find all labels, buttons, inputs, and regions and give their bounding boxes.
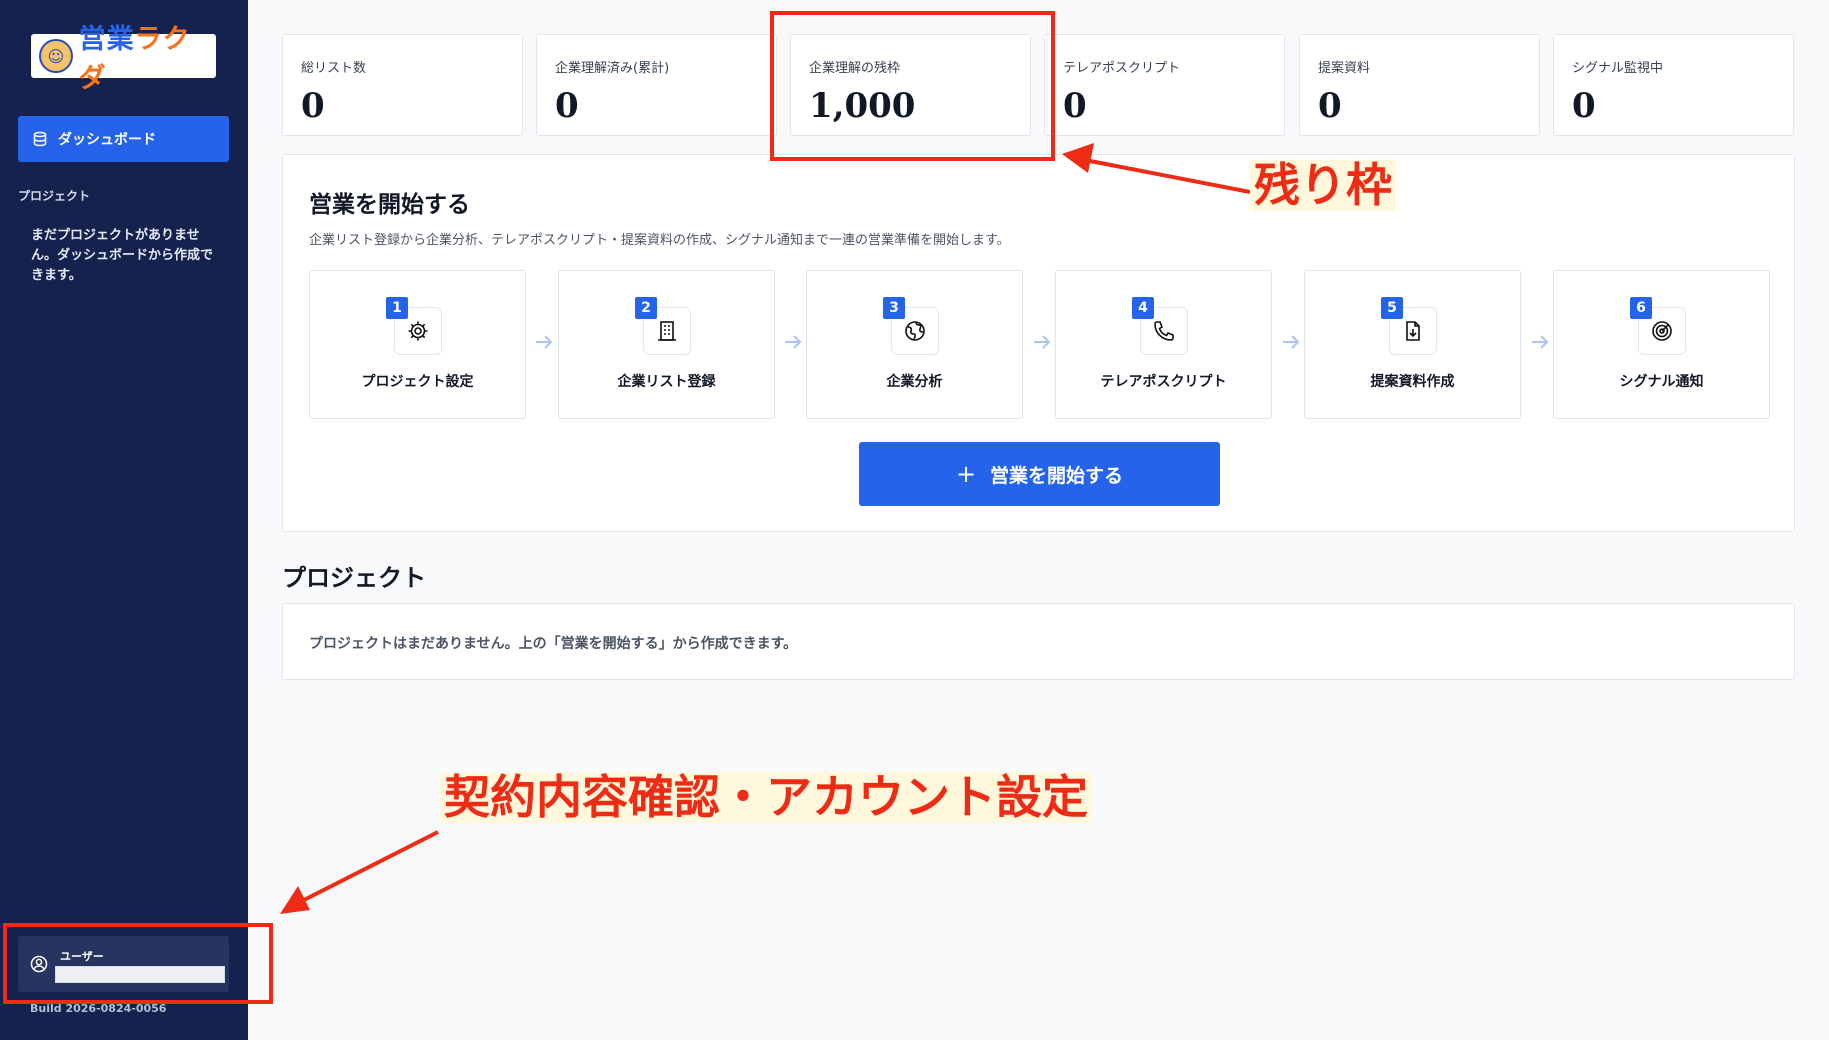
app-root: ☺ 営業ラクダ ダッシュボード プロジェクト まだプロジェクトがありません。ダッ…	[0, 0, 1829, 1040]
annotation-arrow-account	[299, 830, 439, 904]
stat-card-total-lists: 総リスト数 0	[282, 34, 523, 136]
start-sales-button-label: 営業を開始する	[990, 464, 1124, 487]
step-label: シグナル通知	[1619, 374, 1704, 390]
stat-card-understood: 企業理解済み(累計) 0	[536, 34, 777, 136]
arrow-right-icon	[536, 335, 553, 349]
stat-value: 0	[1318, 86, 1342, 126]
step-number: 2	[635, 297, 657, 319]
annotation-account-settings: 契約内容確認・アカウント設定	[440, 772, 1092, 823]
arrow-right-icon	[1034, 335, 1051, 349]
stat-label: 提案資料	[1318, 61, 1371, 76]
annotation-box-account	[3, 923, 273, 1004]
stat-value: 0	[1063, 86, 1087, 126]
step-label: プロジェクト設定	[361, 374, 474, 390]
projects-title: プロジェクト	[282, 564, 426, 592]
step-number: 1	[386, 297, 408, 319]
arrow-right-icon	[1283, 335, 1300, 349]
database-icon	[33, 131, 47, 147]
gear-icon	[408, 321, 428, 341]
stat-card-signals: シグナル監視中 0	[1553, 34, 1794, 136]
step-label: 企業リスト登録	[617, 374, 716, 390]
step-number: 5	[1381, 297, 1403, 319]
stat-value: 0	[1572, 86, 1596, 126]
arrow-right-icon	[1532, 335, 1549, 349]
sidebar-item-label: ダッシュボード	[58, 132, 156, 148]
step-label: テレアポスクリプト	[1100, 374, 1227, 390]
building-icon	[658, 321, 676, 341]
annotation-remaining-quota: 残り枠	[1250, 160, 1396, 211]
sidebar-section-projects: プロジェクト	[18, 189, 91, 203]
stat-value: 0	[301, 86, 325, 126]
stat-label: テレアポスクリプト	[1063, 61, 1181, 76]
step-signal-notification[interactable]: 6 シグナル通知	[1553, 270, 1770, 419]
app-logo[interactable]: ☺ 営業ラクダ	[31, 24, 216, 94]
step-number: 3	[883, 297, 905, 319]
start-description: 企業リスト登録から企業分析、テレアポスクリプト・提案資料の作成、シグナル通知まで…	[309, 233, 1010, 248]
step-number: 4	[1132, 297, 1154, 319]
step-company-analysis[interactable]: 3 企業分析	[806, 270, 1023, 419]
stat-value: 0	[555, 86, 579, 126]
projects-empty-state: プロジェクトはまだありません。上の「営業を開始する」から作成できます。	[282, 603, 1795, 680]
step-teleapo-script[interactable]: 4 テレアポスクリプト	[1055, 270, 1272, 419]
sidebar: ☺ 営業ラクダ ダッシュボード プロジェクト まだプロジェクトがありません。ダッ…	[0, 0, 248, 1040]
start-title: 営業を開始する	[309, 192, 470, 218]
document-download-icon	[1406, 321, 1420, 341]
phone-icon	[1154, 321, 1174, 341]
stat-label: シグナル監視中	[1572, 61, 1664, 76]
arrow-right-icon	[785, 335, 802, 349]
stat-card-proposals: 提案資料 0	[1299, 34, 1540, 136]
sidebar-empty-projects: まだプロジェクトがありません。ダッシュボードから作成できます。	[31, 228, 214, 283]
step-project-settings[interactable]: 1 プロジェクト設定	[309, 270, 526, 419]
logo-text-a: 営業	[78, 24, 135, 55]
step-proposal-creation[interactable]: 5 提案資料作成	[1304, 270, 1521, 419]
logo-text: 営業ラクダ	[79, 17, 216, 95]
step-label: 提案資料作成	[1370, 374, 1455, 390]
start-sales-button[interactable]: + 営業を開始する	[859, 442, 1220, 506]
step-number: 6	[1630, 297, 1652, 319]
sidebar-item-dashboard[interactable]: ダッシュボード	[18, 116, 229, 162]
start-sales-card: 営業を開始する 企業リスト登録から企業分析、テレアポスクリプト・提案資料の作成、…	[282, 154, 1795, 532]
stat-label: 企業理解済み(累計)	[555, 61, 670, 76]
annotation-box-remaining	[770, 11, 1055, 161]
camel-mascot-icon: ☺	[39, 39, 73, 73]
stat-card-scripts: テレアポスクリプト 0	[1044, 34, 1285, 136]
step-company-list[interactable]: 2 企業リスト登録	[558, 270, 775, 419]
radar-icon	[1652, 321, 1672, 341]
step-label: 企業分析	[886, 374, 943, 390]
annotation-arrowhead-account	[280, 886, 310, 914]
globe-icon	[905, 321, 925, 341]
plus-icon: +	[955, 460, 977, 488]
stat-label: 総リスト数	[301, 61, 367, 76]
